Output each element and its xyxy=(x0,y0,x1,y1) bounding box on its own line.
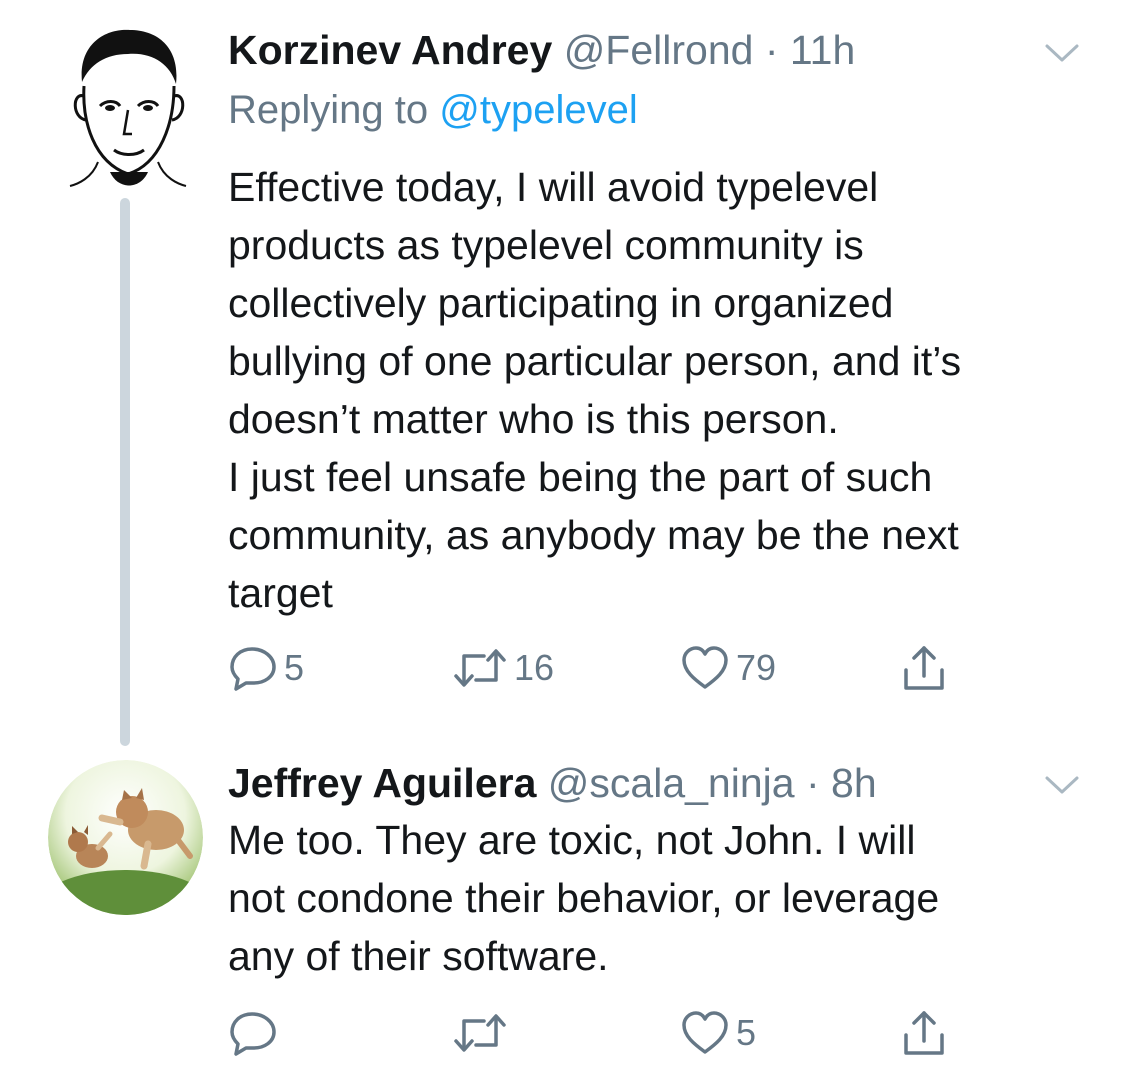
tweet-korzinev[interactable]: Korzinev Andrey @Fellrond · 11h Replying… xyxy=(0,0,1125,760)
retweet-button[interactable] xyxy=(452,1008,514,1058)
share-button[interactable] xyxy=(900,643,948,693)
reply-icon xyxy=(230,1012,276,1056)
timestamp[interactable]: 8h xyxy=(831,760,877,806)
heart-icon xyxy=(682,646,728,689)
tweet-text-line: doesn’t matter who is this person. xyxy=(228,396,839,442)
display-name[interactable]: Korzinev Andrey xyxy=(228,27,552,73)
separator-dot: · xyxy=(764,27,779,73)
reply-count: 5 xyxy=(284,647,305,688)
separator-dot: · xyxy=(805,760,820,806)
tweet-text-line: collectively participating in organized xyxy=(228,280,894,326)
avatar[interactable] xyxy=(48,760,203,915)
like-button[interactable]: 79 xyxy=(680,643,776,693)
user-handle[interactable]: @scala_ninja xyxy=(548,760,795,806)
heart-icon xyxy=(682,1011,728,1054)
retweet-icon xyxy=(454,649,506,687)
tweet-text-line: community, as anybody may be the next xyxy=(228,512,959,558)
share-icon xyxy=(904,1011,944,1055)
avatar-sketch-portrait xyxy=(48,22,203,187)
avatar[interactable] xyxy=(48,22,203,187)
retweet-icon xyxy=(454,1014,506,1052)
avatar-kittens-image xyxy=(48,760,203,915)
replying-to-label: Replying to xyxy=(228,88,429,132)
tweet-text-line: bullying of one particular person, and i… xyxy=(228,338,962,384)
display-name[interactable]: Jeffrey Aguilera xyxy=(228,760,536,806)
timestamp[interactable]: 11h xyxy=(790,27,855,73)
reply-button[interactable] xyxy=(228,1008,284,1058)
tweet-text-line: not condone their behavior, or leverage xyxy=(228,875,940,921)
tweet-actions: 5 16 79 xyxy=(228,643,988,693)
tweet-text-line: products as typelevel community is xyxy=(228,222,864,268)
tweet-header: Jeffrey Aguilera @scala_ninja · 8h xyxy=(228,759,877,807)
reply-button[interactable]: 5 xyxy=(228,643,304,693)
retweet-button[interactable]: 16 xyxy=(452,643,554,693)
tweet-text-line: Effective today, I will avoid typelevel xyxy=(228,164,879,210)
replying-to: Replying to @typelevel xyxy=(228,86,638,134)
tweet-actions: 5 xyxy=(228,1008,988,1058)
tweet-header: Korzinev Andrey @Fellrond · 11h xyxy=(228,26,855,74)
user-handle[interactable]: @Fellrond xyxy=(564,27,754,73)
replying-to-mention[interactable]: @typelevel xyxy=(439,88,637,132)
tweet-text: Effective today, I will avoid typelevel … xyxy=(228,158,1088,622)
tweet-text-line: Me too. They are toxic, not John. I will xyxy=(228,817,916,863)
tweet-text-line: any of their software. xyxy=(228,933,609,979)
share-icon xyxy=(904,646,944,690)
retweet-count: 16 xyxy=(514,647,555,688)
tweet-text-line: I just feel unsafe being the part of suc… xyxy=(228,454,933,500)
like-count: 79 xyxy=(736,647,777,688)
chevron-down-icon[interactable] xyxy=(1044,774,1080,796)
tweet-text-line: target xyxy=(228,570,333,616)
reply-icon xyxy=(230,647,276,691)
like-button[interactable]: 5 xyxy=(680,1008,756,1058)
like-count: 5 xyxy=(736,1012,757,1053)
share-button[interactable] xyxy=(900,1008,948,1058)
chevron-down-icon[interactable] xyxy=(1044,42,1080,64)
tweet-text: Me too. They are toxic, not John. I will… xyxy=(228,811,1088,985)
